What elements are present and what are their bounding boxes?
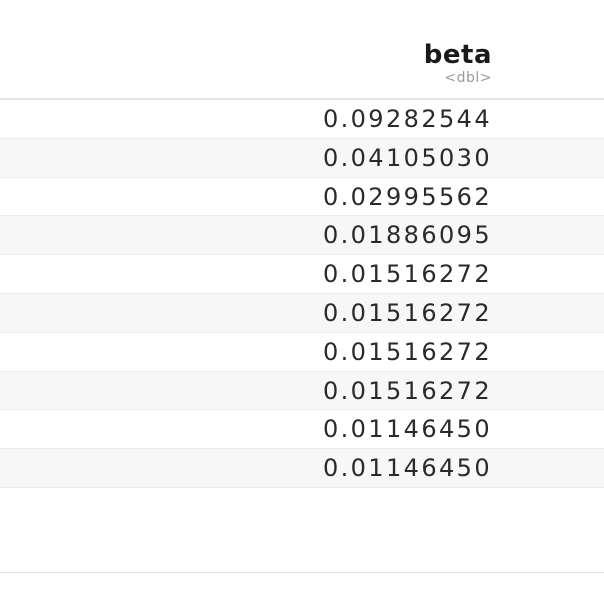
table-row: 0.01516272 <box>0 255 604 294</box>
table-row: 0.04105030 <box>0 138 604 178</box>
table-row: 0.09282544 <box>0 100 604 139</box>
column-header-beta[interactable]: beta <box>424 40 492 70</box>
data-viewer: beta <dbl> 0.09282544 0.04105030 0.02995… <box>0 0 604 604</box>
table-cell-beta: 0.02995562 <box>322 182 492 211</box>
table-row: 0.01516272 <box>0 371 604 411</box>
table-cell-beta: 0.01516272 <box>322 337 492 366</box>
table-row: 0.01146450 <box>0 449 604 488</box>
table-cell-beta: 0.01146450 <box>322 415 492 444</box>
column-type-label: <dbl> <box>444 70 492 86</box>
table-row: 0.02995562 <box>0 178 604 217</box>
table-header: beta <dbl> <box>0 0 604 100</box>
table-row: 0.01516272 <box>0 333 604 372</box>
table-body: 0.09282544 0.04105030 0.02995562 0.01886… <box>0 100 604 488</box>
table-row: 0.01146450 <box>0 410 604 450</box>
table-cell-beta: 0.04105030 <box>322 143 492 172</box>
table-cell-beta: 0.01516272 <box>322 298 492 327</box>
table-cell-beta: 0.09282544 <box>322 105 492 133</box>
table-footer-divider <box>0 572 604 573</box>
table-row: 0.01516272 <box>0 293 604 333</box>
data-table: beta <dbl> 0.09282544 0.04105030 0.02995… <box>0 0 604 488</box>
table-cell-beta: 0.01146450 <box>322 454 492 483</box>
table-cell-beta: 0.01886095 <box>322 221 492 250</box>
table-cell-beta: 0.01516272 <box>322 376 492 405</box>
table-cell-beta: 0.01516272 <box>322 260 492 289</box>
table-row: 0.01886095 <box>0 216 604 256</box>
